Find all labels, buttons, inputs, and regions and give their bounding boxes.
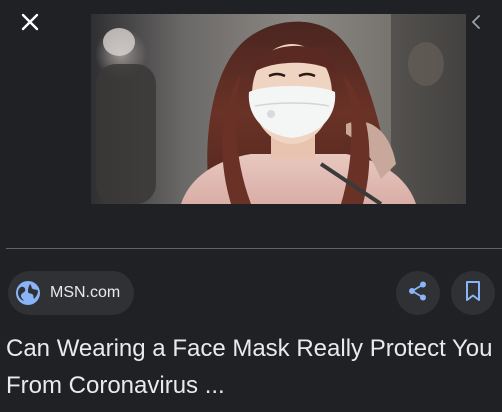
source-chip[interactable]: MSN.com — [8, 271, 135, 315]
divider — [6, 248, 502, 249]
chevron-left-icon — [471, 14, 481, 34]
share-icon — [407, 280, 429, 307]
article-title-line-1: Can Wearing a Face Mask Really Protect Y… — [6, 335, 493, 362]
result-image[interactable] — [91, 14, 466, 204]
close-button[interactable] — [12, 6, 48, 42]
globe-icon — [14, 279, 42, 307]
share-button[interactable] — [396, 271, 440, 315]
article-title[interactable]: Can Wearing a Face Mask Really Protect Y… — [6, 330, 502, 404]
woman-in-face-mask-photo — [91, 14, 466, 204]
bookmark-icon — [464, 280, 482, 307]
save-button[interactable] — [451, 271, 495, 315]
close-icon — [21, 13, 39, 36]
source-label: MSN.com — [50, 284, 121, 301]
previous-image-button[interactable] — [466, 8, 486, 40]
article-title-line-2: From Coronavirus ... — [6, 372, 225, 399]
